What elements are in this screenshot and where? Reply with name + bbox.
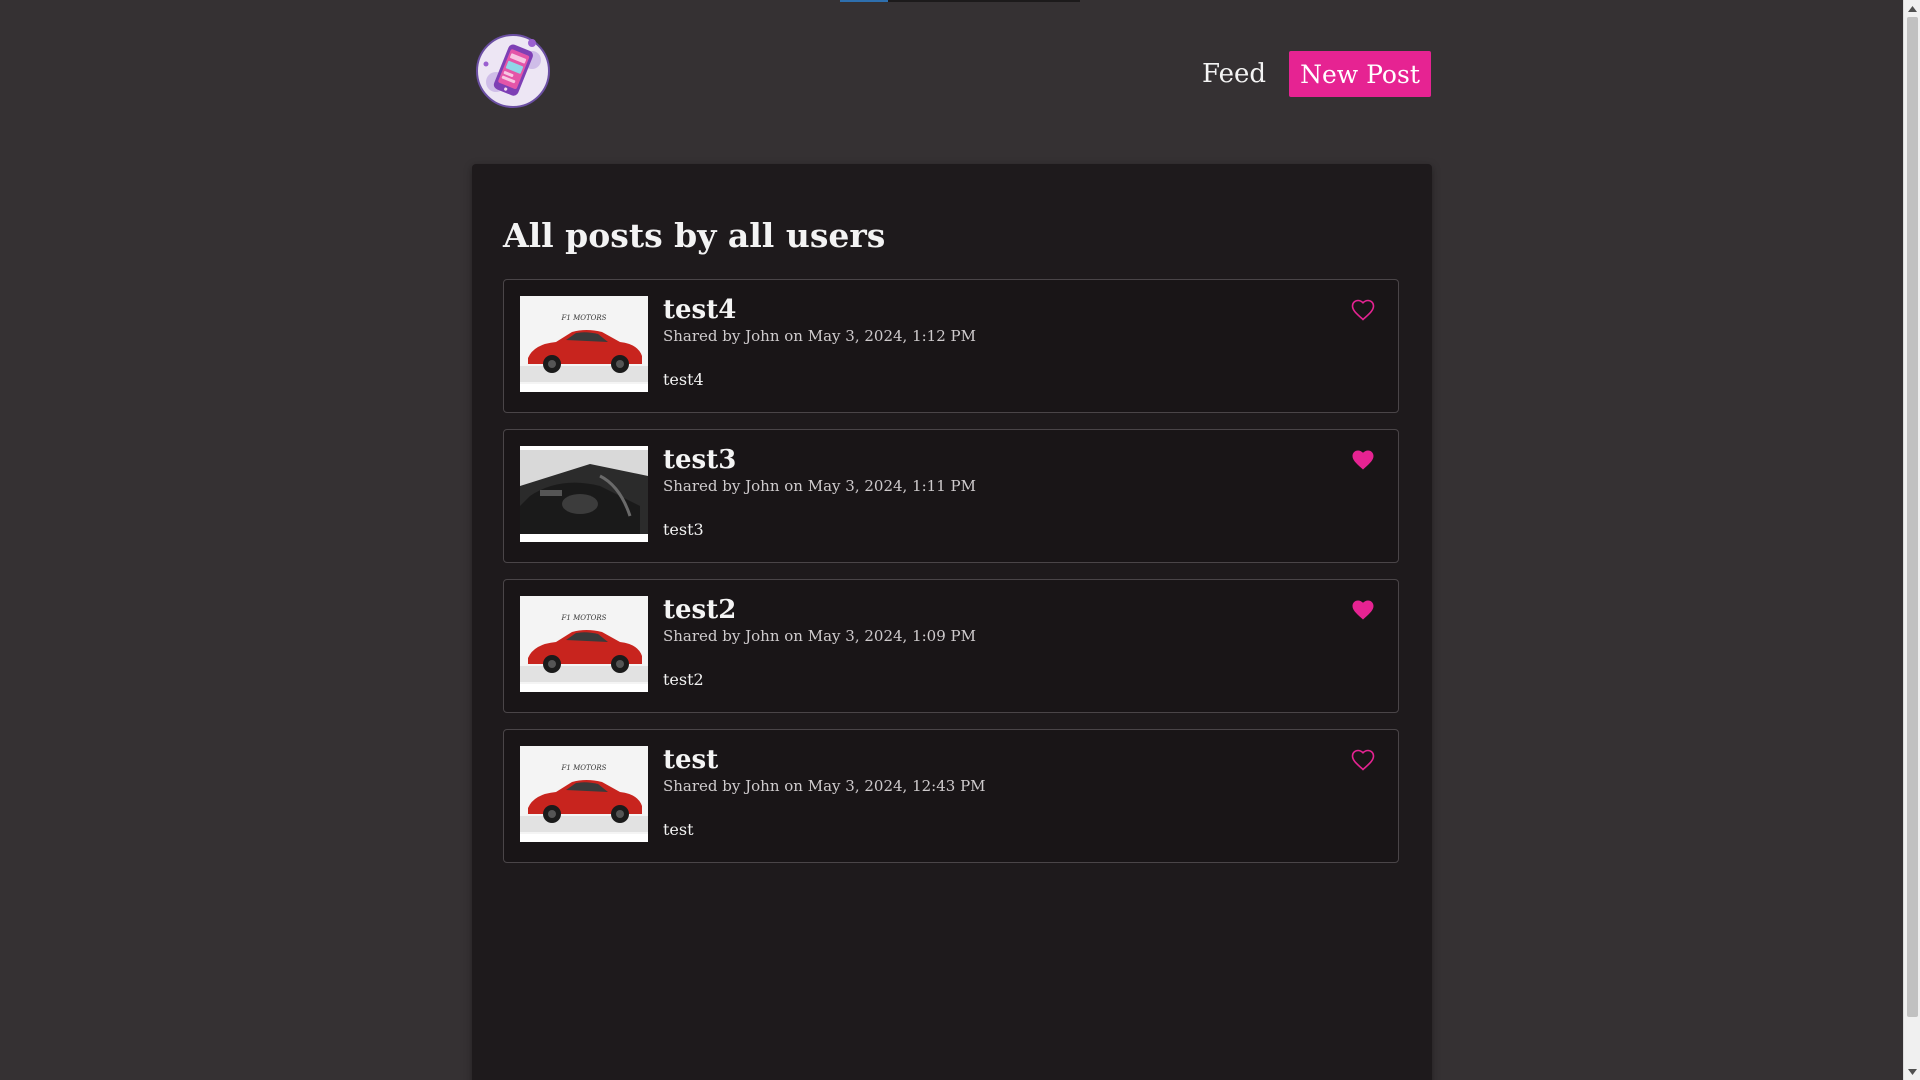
scrollbar-thumb[interactable]	[1907, 17, 1918, 1017]
post-meta: Shared by John on May 3, 2024, 1:09 PM	[663, 627, 976, 645]
post-thumbnail-text: F1 MOTORS	[561, 764, 607, 772]
post-body: test3	[663, 520, 704, 539]
navbar: Feed New Post	[472, 30, 1432, 116]
post-thumbnail-text: F1 MOTORS	[561, 314, 607, 322]
post-meta: Shared by John on May 3, 2024, 1:11 PM	[663, 477, 976, 495]
post-thumbnail[interactable]: F1 MOTORS	[520, 596, 648, 692]
post-thumbnail[interactable]: F1 MOTORS	[520, 296, 648, 392]
heart-outline-icon[interactable]	[1350, 747, 1376, 773]
post-title[interactable]: test2	[663, 595, 736, 625]
post-title[interactable]: test4	[663, 295, 736, 325]
post-thumbnail[interactable]: F1 MOTORS	[520, 746, 648, 842]
vertical-scrollbar[interactable]	[1903, 0, 1920, 1080]
posts-panel: All posts by all users F1 MOTORS test4 Sha…	[472, 164, 1432, 1080]
page-title: All posts by all users	[503, 216, 886, 255]
scroll-down-arrow-icon[interactable]	[1904, 1063, 1920, 1080]
post-body: test	[663, 820, 694, 839]
post-list: F1 MOTORS test4 Shared by John on May 3, 2…	[503, 279, 1399, 879]
heart-filled-icon[interactable]	[1350, 447, 1376, 473]
app-logo[interactable]	[476, 34, 550, 108]
scroll-up-arrow-icon[interactable]	[1904, 0, 1920, 17]
post-body: test4	[663, 370, 704, 389]
post-thumbnail-text: F1 MOTORS	[561, 614, 607, 622]
phone-app-logo-icon	[476, 34, 550, 108]
post-title[interactable]: test	[663, 745, 718, 775]
feed-link[interactable]: Feed	[1202, 59, 1266, 89]
heart-outline-icon[interactable]	[1350, 297, 1376, 323]
post-meta: Shared by John on May 3, 2024, 12:43 PM	[663, 777, 986, 795]
post-body: test2	[663, 670, 704, 689]
post-card[interactable]: F1 MOTORS test Shared by John on May 3, 20…	[503, 729, 1399, 863]
post-card[interactable]: F1 MOTORS test2 Shared by John on May 3, 2…	[503, 579, 1399, 713]
post-meta: Shared by John on May 3, 2024, 1:12 PM	[663, 327, 976, 345]
loading-progress-fill	[840, 0, 888, 2]
heart-filled-icon[interactable]	[1350, 597, 1376, 623]
loading-progress-bar	[840, 0, 1080, 2]
post-thumbnail[interactable]	[520, 446, 648, 542]
post-card[interactable]: F1 MOTORS test4 Shared by John on May 3, 2…	[503, 279, 1399, 413]
new-post-button[interactable]: New Post	[1289, 51, 1431, 97]
post-card[interactable]: test3 Shared by John on May 3, 2024, 1:11…	[503, 429, 1399, 563]
post-title[interactable]: test3	[663, 445, 736, 475]
